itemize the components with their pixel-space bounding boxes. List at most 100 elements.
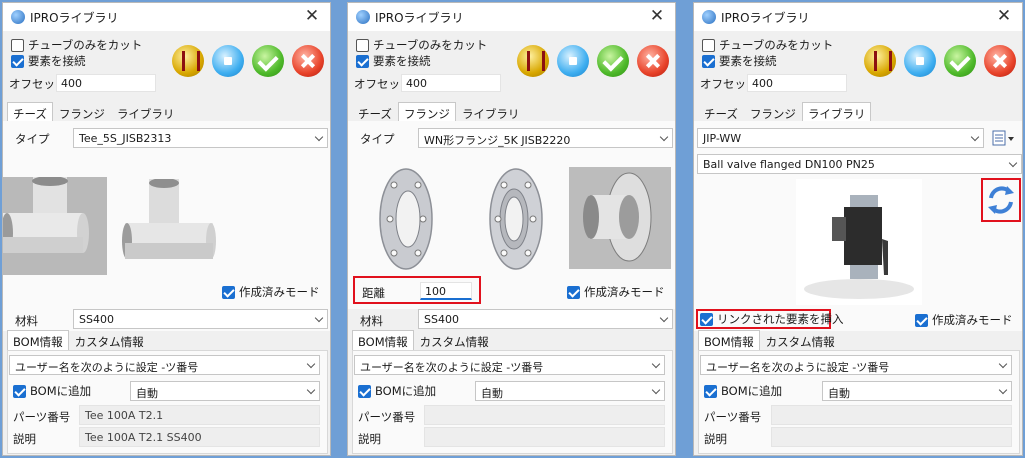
checkbox-checked-icon[interactable]	[13, 384, 26, 398]
library-list-svg	[992, 130, 1014, 146]
pipe-tee-tool-icon[interactable]	[517, 45, 549, 77]
checkbox-checked-icon[interactable]	[700, 312, 713, 326]
tab-library[interactable]: ライブラリ	[111, 102, 181, 122]
connect-elements-checkbox[interactable]: 要素を接続	[11, 53, 86, 69]
checkbox-checked-icon[interactable]	[915, 313, 928, 327]
offset-input[interactable]: 400	[747, 74, 847, 92]
tab-library[interactable]: ライブラリ	[801, 102, 872, 122]
tab-custom-info[interactable]: カスタム情報	[414, 330, 495, 350]
component-select[interactable]: Ball valve flanged DN100 PN25	[697, 154, 1022, 174]
distance-input[interactable]: 100	[420, 282, 472, 300]
stop-icon[interactable]	[904, 45, 936, 77]
tab-library[interactable]: ライブラリ	[456, 102, 526, 122]
connect-elements-checkbox[interactable]: 要素を接続	[356, 53, 431, 69]
library-select[interactable]: JIP-WW	[697, 128, 984, 148]
user-name-setting-select[interactable]: ユーザー名を次のように設定 -ツ番号	[354, 355, 665, 375]
description-label: 説明	[13, 432, 36, 446]
flange-shape-icon	[489, 168, 543, 270]
part-number-field[interactable]	[771, 405, 1012, 425]
checkbox-checked-icon[interactable]	[358, 384, 371, 398]
flange-preview-back	[488, 167, 544, 271]
stop-icon[interactable]	[212, 45, 244, 77]
tee-shape-icon	[3, 176, 107, 275]
checkbox-unchecked-icon[interactable]	[11, 38, 24, 52]
tab-bom-info[interactable]: BOM情報	[698, 330, 760, 350]
bom-add-checkbox[interactable]: BOMに追加	[704, 383, 782, 399]
refresh-icon[interactable]	[985, 182, 1017, 218]
checkbox-checked-icon[interactable]	[356, 54, 369, 68]
built-mode-checkbox[interactable]: 作成済みモード	[567, 284, 665, 300]
pipe-tee-tool-icon[interactable]	[172, 45, 204, 77]
tab-tee[interactable]: チーズ	[7, 102, 53, 122]
pipe-tee-tool-icon[interactable]	[864, 45, 896, 77]
tab-custom-info[interactable]: カスタム情報	[69, 330, 150, 350]
checkbox-checked-icon[interactable]	[702, 54, 715, 68]
tab-custom-info[interactable]: カスタム情報	[760, 330, 841, 350]
cut-tube-only-checkbox[interactable]: チューブのみをカット	[702, 37, 833, 53]
tab-flange[interactable]: フランジ	[397, 102, 456, 122]
chevron-down-icon	[306, 385, 316, 395]
description-field[interactable]	[771, 427, 1012, 447]
description-field[interactable]	[424, 427, 665, 447]
bom-add-checkbox[interactable]: BOMに追加	[358, 383, 436, 399]
bom-add-checkbox[interactable]: BOMに追加	[13, 383, 91, 399]
component-select-value: Ball valve flanged DN100 PN25	[703, 158, 875, 171]
tab-flange[interactable]: フランジ	[53, 102, 111, 122]
checkbox-unchecked-icon[interactable]	[702, 38, 715, 52]
bom-add-select[interactable]: 自動	[822, 381, 1012, 401]
stop-icon[interactable]	[557, 45, 589, 77]
built-mode-checkbox[interactable]: 作成済みモード	[915, 312, 1013, 328]
part-number-field[interactable]	[424, 405, 665, 425]
tab-tee[interactable]: チーズ	[698, 102, 744, 122]
user-name-setting-value: ユーザー名を次のように設定 -ツ番号	[706, 361, 890, 374]
cut-tube-only-checkbox[interactable]: チューブのみをカット	[356, 37, 487, 53]
tab-bom-info[interactable]: BOM情報	[352, 330, 414, 350]
checkbox-unchecked-icon[interactable]	[356, 38, 369, 52]
type-select[interactable]: WN形フランジ_5K JISB2220	[418, 128, 673, 148]
user-name-setting-select[interactable]: ユーザー名を次のように設定 -ツ番号	[9, 355, 320, 375]
ipro-globe-icon	[356, 10, 370, 24]
connect-elements-label: 要素を接続	[28, 54, 86, 68]
cancel-x-icon[interactable]	[637, 45, 669, 77]
bom-tabs: BOM情報 カスタム情報	[352, 330, 495, 350]
built-mode-checkbox[interactable]: 作成済みモード	[222, 284, 320, 300]
checkbox-checked-icon[interactable]	[11, 54, 24, 68]
bom-add-select[interactable]: 自動	[475, 381, 665, 401]
checkbox-checked-icon[interactable]	[567, 285, 580, 299]
library-list-icon[interactable]	[992, 129, 1016, 147]
ok-check-icon[interactable]	[252, 45, 284, 77]
tab-tee[interactable]: チーズ	[352, 102, 398, 122]
cancel-x-icon[interactable]	[984, 45, 1016, 77]
offset-input[interactable]: 400	[56, 74, 156, 92]
chevron-down-icon	[314, 313, 324, 323]
ball-valve-preview-image	[796, 179, 922, 305]
tab-bom-info[interactable]: BOM情報	[7, 330, 69, 350]
description-field[interactable]: Tee 100A T2.1 SS400	[79, 427, 320, 447]
ipro-library-window-flange: IPROライブラリ ✕ チューブのみをカット 要素を接続 オフセット 400 チ…	[347, 2, 676, 456]
bom-tabs: BOM情報 カスタム情報	[698, 330, 841, 350]
bom-add-select[interactable]: 自動	[130, 381, 320, 401]
close-icon[interactable]: ✕	[647, 6, 667, 26]
ok-check-icon[interactable]	[944, 45, 976, 77]
close-icon[interactable]: ✕	[302, 6, 322, 26]
material-select[interactable]: SS400	[418, 309, 673, 329]
connect-elements-checkbox[interactable]: 要素を接続	[702, 53, 777, 69]
cut-tube-only-checkbox[interactable]: チューブのみをカット	[11, 37, 142, 53]
ok-check-icon[interactable]	[597, 45, 629, 77]
checkbox-checked-icon[interactable]	[222, 285, 235, 299]
tab-flange[interactable]: フランジ	[744, 102, 802, 122]
window-title: IPROライブラリ	[30, 11, 119, 25]
insert-linked-checkbox[interactable]: リンクされた要素を挿入	[700, 311, 844, 327]
type-select[interactable]: Tee_5S_JISB2313	[73, 128, 328, 148]
close-icon[interactable]: ✕	[994, 6, 1014, 26]
window-title: IPROライブラリ	[375, 11, 464, 25]
material-select[interactable]: SS400	[73, 309, 328, 329]
flange-section-shape-icon	[569, 167, 671, 269]
part-number-field[interactable]: Tee 100A T2.1	[79, 405, 320, 425]
offset-input[interactable]: 400	[401, 74, 501, 92]
cancel-x-icon[interactable]	[292, 45, 324, 77]
bom-add-value: 自動	[828, 387, 850, 400]
checkbox-checked-icon[interactable]	[704, 384, 717, 398]
main-tabs: チーズ フランジ ライブラリ	[352, 102, 525, 122]
user-name-setting-select[interactable]: ユーザー名を次のように設定 -ツ番号	[700, 355, 1012, 375]
